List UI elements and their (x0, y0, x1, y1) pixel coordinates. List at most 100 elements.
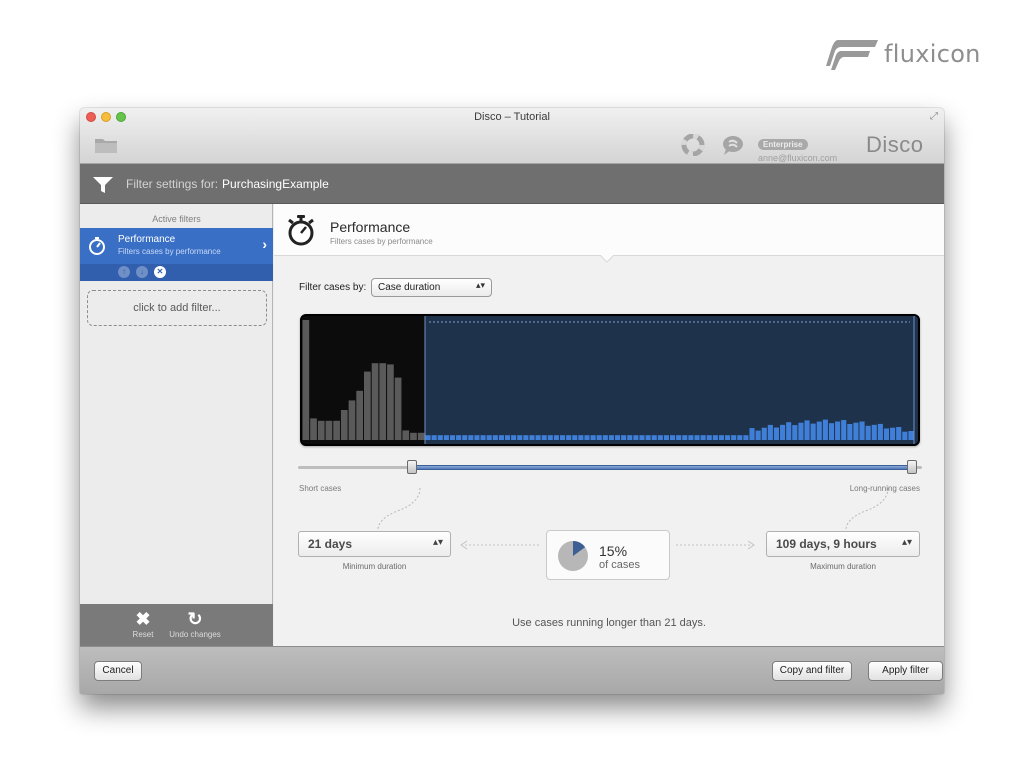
histogram-bar (810, 423, 816, 440)
histogram-svg (302, 316, 918, 444)
histogram-bar (437, 435, 443, 440)
histogram-bar (663, 435, 669, 440)
histogram-bar (559, 435, 566, 440)
histogram-bar (387, 364, 394, 440)
histogram-bar (847, 423, 853, 440)
sidebar-item-title: Performance (118, 234, 176, 245)
filter-summary: Use cases running longer than 21 days. (512, 617, 706, 629)
sidebar-item-performance[interactable]: Performance Filters cases by performance… (80, 228, 273, 264)
histogram-bar (410, 432, 417, 440)
stopwatch-icon (89, 237, 105, 255)
stopwatch-icon (288, 215, 314, 246)
histogram-bar (700, 435, 706, 440)
filter-by-label: Filter cases by: (299, 282, 367, 293)
cancel-button[interactable]: Cancel (94, 661, 142, 681)
histogram-bar (417, 432, 425, 440)
histogram-bar (590, 435, 596, 440)
histogram-bar (462, 435, 468, 440)
copy-and-filter-button[interactable]: Copy and filter (772, 661, 852, 681)
histogram-bar (468, 435, 474, 440)
histogram-bar (804, 420, 810, 440)
undo-icon: ↻ (187, 609, 203, 629)
undo-changes-button[interactable]: ↻ Undo changes (160, 608, 230, 639)
histogram-bar (871, 424, 877, 440)
histogram-bar (584, 435, 590, 440)
move-up-icon[interactable]: ↑ (118, 266, 130, 278)
active-filters-heading: Active filters (152, 214, 201, 224)
histogram-bar (688, 435, 694, 440)
disco-window: Disco – Tutorial ⤢ Enterprise anne@fluxi… (80, 108, 944, 694)
panel-header: Performance Filters cases by performance (274, 204, 944, 256)
window-titlebar: Disco – Tutorial ⤢ Enterprise anne@fluxi… (80, 108, 944, 164)
histogram-bar (627, 435, 633, 440)
sidebar-item-subtitle: Filters cases by performance (118, 247, 221, 256)
max-duration-handle[interactable] (907, 460, 917, 474)
histogram-bar (816, 421, 822, 440)
histogram-bar (356, 390, 363, 440)
duration-histogram[interactable] (300, 314, 920, 446)
folder-icon[interactable] (94, 136, 118, 154)
histogram-bar (645, 435, 651, 440)
help-lifebuoy-icon[interactable] (680, 134, 706, 156)
histogram-bar (676, 435, 682, 440)
histogram-bar (498, 435, 504, 440)
histogram-bar (449, 435, 456, 440)
histogram-bar (541, 435, 547, 440)
histogram-bar (364, 371, 371, 440)
max-duration-caption: Maximum duration (810, 562, 876, 571)
license-info[interactable]: Enterprise anne@fluxicon.com (758, 134, 837, 163)
add-filter-button[interactable]: click to add filter... (87, 290, 267, 326)
min-duration-handle[interactable] (407, 460, 417, 474)
min-duration-caption: Minimum duration (342, 562, 407, 571)
histogram-bar (902, 431, 908, 440)
funnel-icon (93, 177, 113, 193)
histogram-bar (835, 421, 841, 440)
histogram-bar (859, 421, 865, 440)
selected-percent: 15% (599, 543, 628, 559)
min-duration-value: 21 days (308, 537, 353, 551)
histogram-bar (749, 428, 755, 440)
histogram-bar (792, 425, 798, 440)
histogram-bar (773, 427, 780, 440)
pie-chart-icon (558, 541, 588, 571)
filter-item-tools: ↑ ↓ ✕ (80, 264, 273, 281)
histogram-bar (443, 435, 449, 440)
histogram-bar (553, 435, 559, 440)
filter-settings-header: Filter settings for: PurchasingExample (80, 164, 944, 204)
histogram-bar (743, 435, 749, 440)
enterprise-badge: Enterprise (758, 139, 808, 150)
move-down-icon[interactable]: ↓ (136, 266, 148, 278)
histogram-bar (682, 435, 688, 440)
filter-by-select[interactable]: Case duration ▴▾ (371, 278, 492, 297)
histogram-bar (431, 435, 437, 440)
user-email: anne@fluxicon.com (758, 153, 838, 163)
filter-settings-prefix: Filter settings for: (126, 177, 219, 191)
apply-filter-button[interactable]: Apply filter (868, 661, 943, 681)
histogram-bar (896, 426, 902, 440)
histogram-bar (535, 435, 541, 440)
histogram-bar (908, 431, 914, 440)
fullscreen-icon[interactable]: ⤢ (930, 111, 938, 122)
histogram-bar (755, 430, 761, 440)
histogram-bar (853, 422, 859, 440)
histogram-bar (890, 427, 896, 440)
histogram-bar (523, 435, 529, 440)
fluxicon-logo-icon (826, 40, 878, 70)
panel-subtitle: Filters cases by performance (330, 237, 433, 246)
histogram-bar (456, 435, 462, 440)
histogram-bar (706, 435, 712, 440)
duration-range-slider[interactable] (298, 456, 922, 478)
histogram-bar (767, 424, 773, 440)
stepper-arrows-icon: ▴▾ (901, 537, 912, 548)
histogram-bar (333, 420, 340, 440)
histogram-bar (633, 435, 639, 440)
min-duration-field[interactable]: 21 days ▴▾ (298, 531, 451, 557)
sidebar-actions: ✖ Reset ↻ Undo changes (80, 604, 273, 646)
max-duration-field[interactable]: 109 days, 9 hours ▴▾ (766, 531, 920, 557)
histogram-bar (394, 377, 402, 440)
histogram-bar (841, 420, 847, 440)
arrow-left-connector (460, 540, 539, 550)
feedback-chat-icon[interactable] (720, 134, 746, 156)
remove-filter-icon[interactable]: ✕ (154, 266, 166, 278)
histogram-bar (325, 420, 333, 440)
